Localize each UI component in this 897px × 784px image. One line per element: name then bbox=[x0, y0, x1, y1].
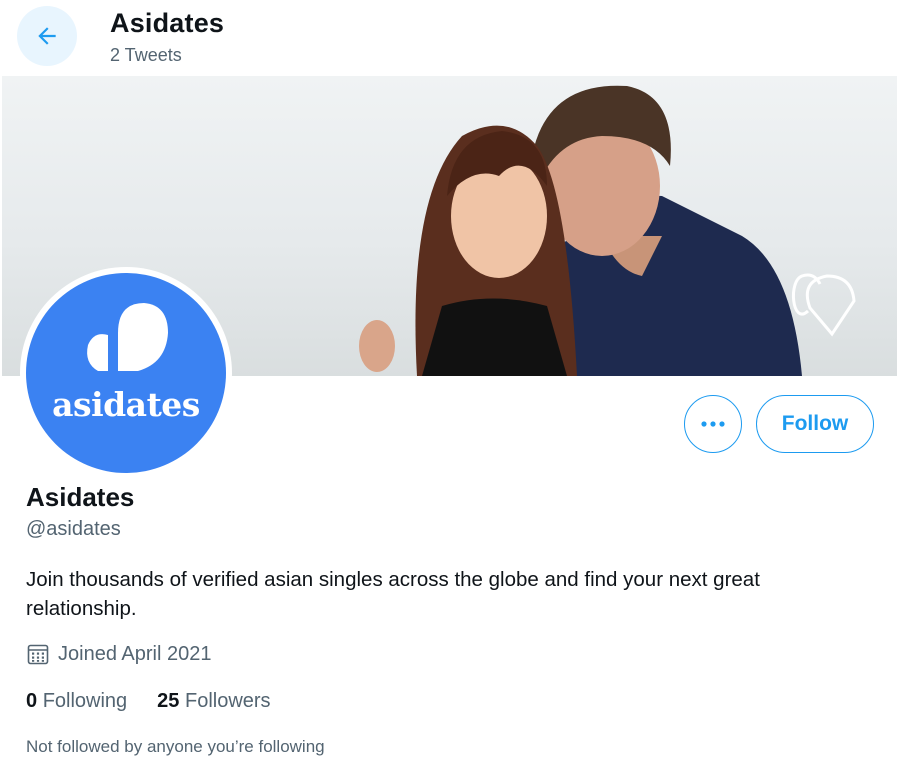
avatar-logo-text: asidates bbox=[52, 385, 200, 424]
more-button[interactable] bbox=[684, 395, 742, 453]
back-button[interactable] bbox=[17, 6, 77, 66]
following-link[interactable]: 0 Following bbox=[26, 690, 127, 713]
arrow-left-icon bbox=[38, 27, 56, 45]
profile-bio: Join thousands of verified asian singles… bbox=[26, 568, 760, 620]
follow-stats: 0 Following 25 Followers bbox=[26, 690, 301, 713]
more-icon bbox=[701, 421, 725, 427]
followers-link[interactable]: 25 Followers bbox=[157, 690, 270, 713]
profile-name: Asidates bbox=[26, 482, 135, 512]
follow-button[interactable]: Follow bbox=[756, 395, 874, 453]
joined-text: Joined April 2021 bbox=[58, 642, 212, 665]
following-count: 0 bbox=[26, 690, 38, 712]
heart-logo-icon bbox=[87, 303, 168, 371]
following-label: Following bbox=[42, 690, 128, 712]
avatar-logo: asidates bbox=[26, 273, 226, 473]
tweet-count: 2 Tweets bbox=[110, 45, 182, 65]
joined-date: Joined April 2021 bbox=[26, 642, 211, 666]
followers-count: 25 bbox=[157, 690, 180, 712]
heart-logo-icon bbox=[791, 273, 856, 337]
calendar-icon bbox=[27, 644, 49, 665]
followers-label: Followers bbox=[184, 690, 271, 712]
profile-header: Asidates 2 Tweets bbox=[0, 0, 897, 76]
profile-handle: @asidates bbox=[26, 518, 121, 540]
header-title: Asidates bbox=[110, 8, 225, 38]
followed-by-note: Not followed by anyone you’re following bbox=[26, 737, 325, 756]
profile-avatar[interactable]: asidates bbox=[20, 267, 232, 479]
